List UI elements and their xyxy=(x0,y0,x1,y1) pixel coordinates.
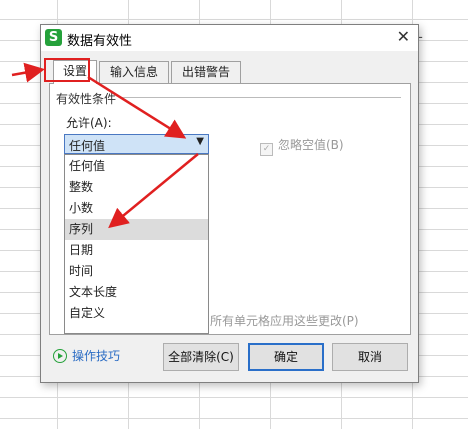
wps-app-icon: S xyxy=(45,29,62,46)
ignore-blank-label: 忽略空值(B) xyxy=(278,138,344,152)
checkbox-icon: ✓ xyxy=(260,143,273,156)
clear-all-button[interactable]: 全部清除(C) xyxy=(163,343,239,371)
ignore-blank-checkbox[interactable]: ✓ 忽略空值(B) xyxy=(260,136,344,156)
allow-select[interactable]: 任何值 ▼ xyxy=(64,134,209,154)
dropdown-item-integer[interactable]: 整数 xyxy=(65,177,208,198)
settings-panel: 有效性条件 允许(A): 任何值 ▼ 任何值 整数 小数 序列 日期 时间 文本… xyxy=(49,83,411,335)
allow-select-value: 任何值 xyxy=(69,139,106,153)
tips-label: 操作技巧 xyxy=(72,349,121,363)
dropdown-item-date[interactable]: 日期 xyxy=(65,240,208,261)
tips-link[interactable]: 操作技巧 xyxy=(53,347,120,364)
group-divider xyxy=(120,97,401,98)
dropdown-item-time[interactable]: 时间 xyxy=(65,261,208,282)
dropdown-item-any[interactable]: 任何值 xyxy=(65,156,208,177)
validation-criteria-title: 有效性条件 xyxy=(56,92,117,106)
dialog-title: 数据有效性 xyxy=(67,34,133,49)
allow-label: 允许(A): xyxy=(66,116,112,130)
dropdown-item-list[interactable]: 序列 xyxy=(65,219,208,240)
dropdown-item-text-length[interactable]: 文本长度 xyxy=(65,282,208,303)
tab-error-alert[interactable]: 出错警告 xyxy=(171,61,241,83)
play-circle-icon xyxy=(53,349,67,363)
tab-input-message[interactable]: 输入信息 xyxy=(99,61,169,83)
ok-button[interactable]: 确定 xyxy=(248,343,324,371)
dropdown-item-decimal[interactable]: 小数 xyxy=(65,198,208,219)
chevron-down-icon[interactable]: ▼ xyxy=(196,136,204,147)
annotation-highlight-box xyxy=(44,58,90,82)
close-icon[interactable]: ✕ xyxy=(397,28,410,46)
cancel-button[interactable]: 取消 xyxy=(332,343,408,371)
apply-all-option[interactable]: 所有单元格应用这些更改(P) xyxy=(210,312,359,329)
allow-dropdown-list: 任何值 整数 小数 序列 日期 时间 文本长度 自定义 xyxy=(64,154,209,334)
apply-all-label: 所有单元格应用这些更改(P) xyxy=(210,314,359,328)
data-validation-dialog: S 数据有效性 ✕ 设置 输入信息 出错警告 有效性条件 允许(A): 任何值 … xyxy=(40,24,419,383)
dropdown-item-custom[interactable]: 自定义 xyxy=(65,303,208,324)
dialog-titlebar: S 数据有效性 ✕ xyxy=(41,25,418,51)
